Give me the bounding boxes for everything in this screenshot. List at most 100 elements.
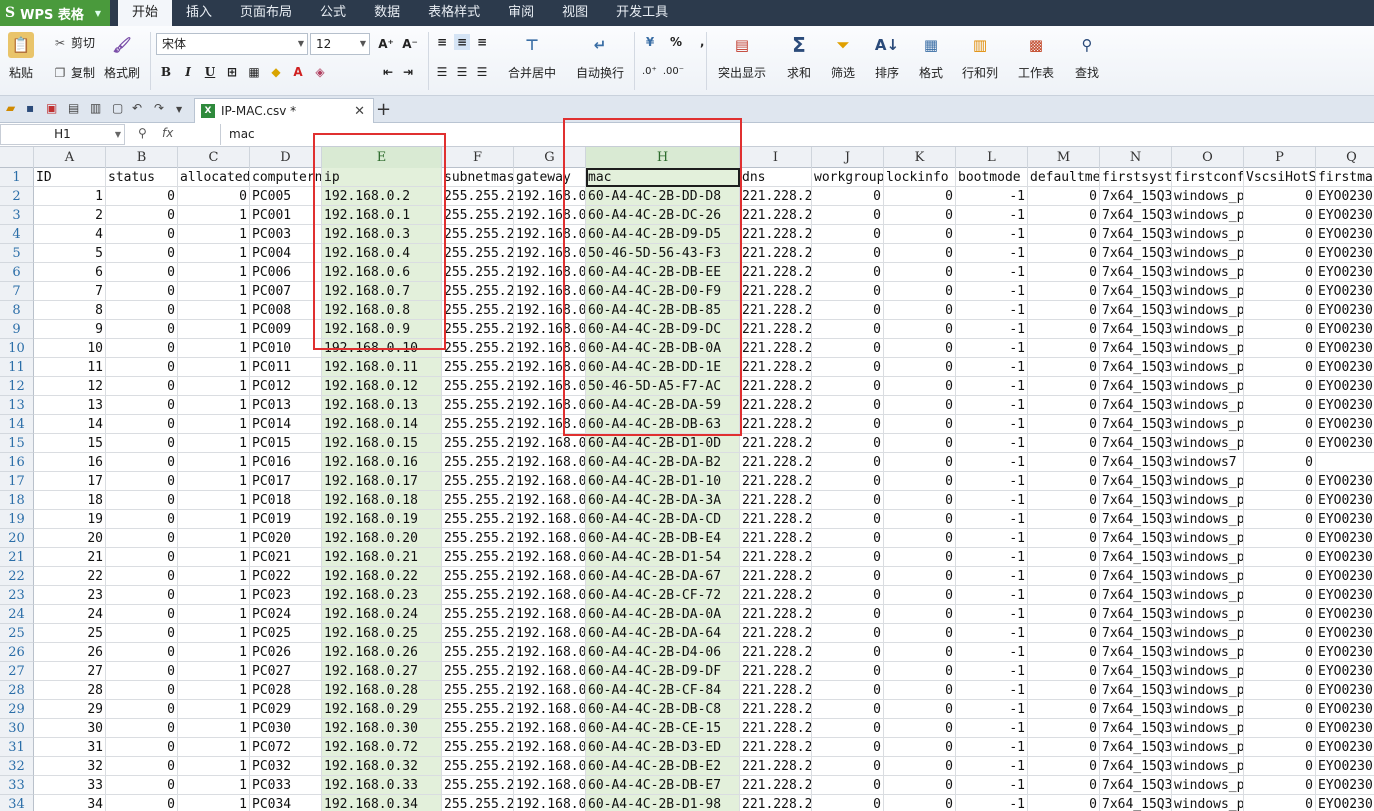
table-cell[interactable]: 255.255.255.0	[442, 643, 514, 662]
table-cell[interactable]: windows_p	[1172, 681, 1244, 700]
cut-button[interactable]: ✂ 剪切	[52, 34, 95, 51]
table-cell[interactable]: 192.168.0.18	[322, 491, 442, 510]
table-cell[interactable]: 1	[178, 681, 250, 700]
table-cell[interactable]: -1	[956, 567, 1028, 586]
table-cell[interactable]: EYO0230	[1316, 282, 1374, 301]
table-cell[interactable]: 60-A4-4C-2B-D1-10	[586, 472, 740, 491]
table-cell[interactable]: 255.255.255.0	[442, 738, 514, 757]
table-cell[interactable]: 255.255.255.0	[442, 567, 514, 586]
table-cell[interactable]: 60-A4-4C-2B-D3-ED	[586, 738, 740, 757]
header-cell[interactable]: computername	[250, 168, 322, 187]
table-cell[interactable]: 0	[1028, 472, 1100, 491]
table-cell[interactable]: 7x64_15Q3	[1100, 757, 1172, 776]
column-header-q[interactable]: Q	[1316, 147, 1374, 168]
table-cell[interactable]: PC020	[250, 529, 322, 548]
menu-tab-formulas[interactable]: 公式	[306, 0, 360, 26]
table-cell[interactable]: 60-A4-4C-2B-DA-CD	[586, 510, 740, 529]
table-cell[interactable]: 221.228.255.1	[740, 738, 812, 757]
table-cell[interactable]: EYO0230	[1316, 263, 1374, 282]
table-cell[interactable]: 0	[812, 548, 884, 567]
table-cell[interactable]: 27	[34, 662, 106, 681]
table-cell[interactable]: PC025	[250, 624, 322, 643]
align-right-icon[interactable]: ☰	[474, 64, 490, 80]
table-cell[interactable]: 60-A4-4C-2B-D1-98	[586, 795, 740, 811]
table-cell[interactable]: 192.168.0.72	[322, 738, 442, 757]
italic-icon[interactable]: I	[180, 64, 196, 80]
table-cell[interactable]: 0	[1028, 396, 1100, 415]
menu-tab-insert[interactable]: 插入	[172, 0, 226, 26]
table-cell[interactable]	[1316, 453, 1374, 472]
table-cell[interactable]: -1	[956, 719, 1028, 738]
table-cell[interactable]: 0	[812, 339, 884, 358]
table-cell[interactable]: 60-A4-4C-2B-D9-DC	[586, 320, 740, 339]
header-cell[interactable]: bootmode	[956, 168, 1028, 187]
table-cell[interactable]: 192.168.0.25	[322, 624, 442, 643]
table-cell[interactable]: 0	[884, 453, 956, 472]
table-cell[interactable]: 192.168.0.23	[322, 586, 442, 605]
table-cell[interactable]: 0	[812, 434, 884, 453]
table-cell[interactable]: 0	[812, 719, 884, 738]
table-cell[interactable]: -1	[956, 225, 1028, 244]
redo-icon[interactable]: ↷	[154, 101, 164, 115]
row-header[interactable]: 2	[0, 187, 34, 206]
font-color-icon[interactable]: A	[290, 64, 306, 80]
table-cell[interactable]: PC003	[250, 225, 322, 244]
table-cell[interactable]: PC007	[250, 282, 322, 301]
table-cell[interactable]: PC026	[250, 643, 322, 662]
table-cell[interactable]: PC015	[250, 434, 322, 453]
table-cell[interactable]: 60-A4-4C-2B-DB-85	[586, 301, 740, 320]
table-cell[interactable]: 1	[178, 244, 250, 263]
table-cell[interactable]: windows_p	[1172, 358, 1244, 377]
table-cell[interactable]: 0	[106, 681, 178, 700]
table-cell[interactable]: EYO0230	[1316, 472, 1374, 491]
font-size-select[interactable]: 12 ▼	[310, 33, 370, 55]
print-preview-icon[interactable]: ▤	[68, 101, 79, 115]
table-cell[interactable]: 192.168.0.1	[514, 605, 586, 624]
table-cell[interactable]: 0	[1028, 529, 1100, 548]
table-cell[interactable]: -1	[956, 282, 1028, 301]
table-cell[interactable]: 192.168.0.1	[514, 282, 586, 301]
table-cell[interactable]: 1	[178, 225, 250, 244]
column-header-j[interactable]: J	[812, 147, 884, 168]
table-cell[interactable]: 221.228.255.1	[740, 510, 812, 529]
table-cell[interactable]: 0	[1244, 662, 1316, 681]
table-cell[interactable]: EYO0230	[1316, 301, 1374, 320]
table-cell[interactable]: 255.255.255.0	[442, 187, 514, 206]
row-header[interactable]: 11	[0, 358, 34, 377]
table-cell[interactable]: PC019	[250, 510, 322, 529]
table-cell[interactable]: 0	[1244, 453, 1316, 472]
table-cell[interactable]: 60-A4-4C-2B-CF-84	[586, 681, 740, 700]
table-cell[interactable]: 192.168.0.15	[322, 434, 442, 453]
row-header[interactable]: 30	[0, 719, 34, 738]
table-cell[interactable]: 1	[178, 301, 250, 320]
table-cell[interactable]: EYO0230	[1316, 529, 1374, 548]
table-cell[interactable]: 255.255.255.0	[442, 491, 514, 510]
table-cell[interactable]: windows_p	[1172, 472, 1244, 491]
table-cell[interactable]: 60-A4-4C-2B-DB-EE	[586, 263, 740, 282]
filter-button[interactable]: ⏷ 筛选	[830, 32, 856, 81]
table-cell[interactable]: 0	[1028, 681, 1100, 700]
row-header[interactable]: 3	[0, 206, 34, 225]
table-cell[interactable]: 221.228.255.1	[740, 225, 812, 244]
table-cell[interactable]: 60-A4-4C-2B-DB-0A	[586, 339, 740, 358]
table-cell[interactable]: windows7	[1172, 453, 1244, 472]
table-cell[interactable]: 0	[1028, 339, 1100, 358]
table-cell[interactable]: windows_p	[1172, 225, 1244, 244]
table-cell[interactable]: 0	[1028, 206, 1100, 225]
table-cell[interactable]: PC072	[250, 738, 322, 757]
table-cell[interactable]: 0	[1028, 187, 1100, 206]
row-header[interactable]: 13	[0, 396, 34, 415]
table-cell[interactable]: PC004	[250, 244, 322, 263]
table-cell[interactable]: 1	[178, 434, 250, 453]
table-cell[interactable]: PC033	[250, 776, 322, 795]
table-cell[interactable]: 60-A4-4C-2B-D1-54	[586, 548, 740, 567]
table-cell[interactable]: 0	[1028, 320, 1100, 339]
table-cell[interactable]: windows_p	[1172, 795, 1244, 811]
table-cell[interactable]: 7x64_15Q3	[1100, 263, 1172, 282]
table-cell[interactable]: 0	[106, 643, 178, 662]
table-cell[interactable]: 192.168.0.20	[322, 529, 442, 548]
table-cell[interactable]: 15	[34, 434, 106, 453]
table-cell[interactable]: 192.168.0.1	[514, 301, 586, 320]
table-cell[interactable]: 221.228.255.1	[740, 320, 812, 339]
table-cell[interactable]: 14	[34, 415, 106, 434]
